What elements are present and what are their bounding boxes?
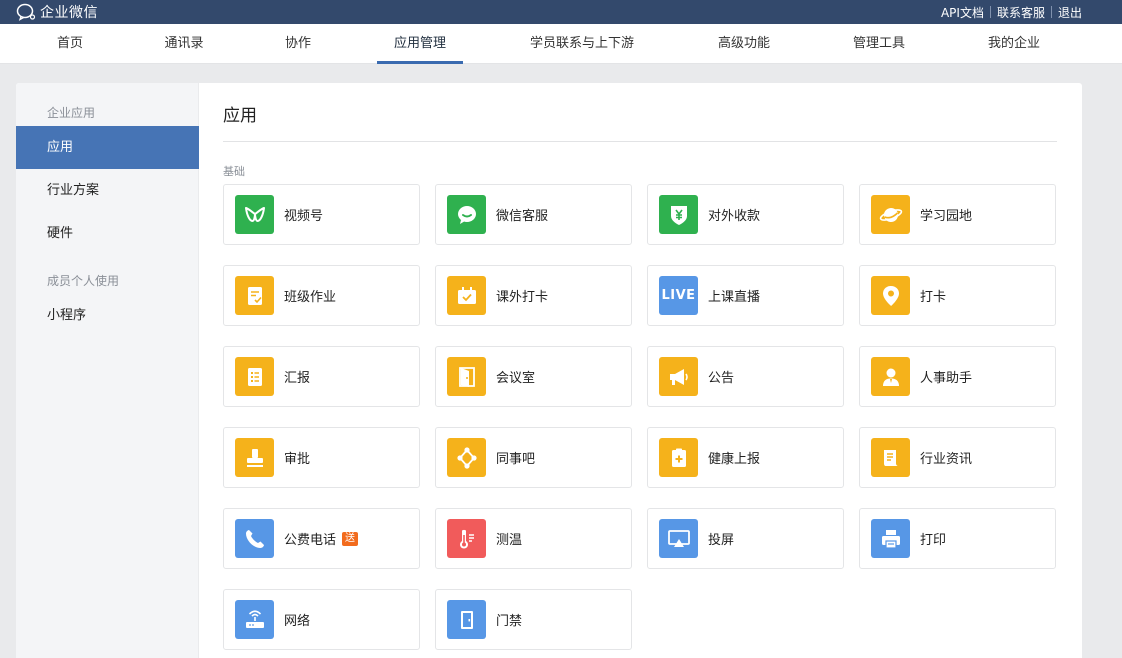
network-icon [235,600,274,639]
app-tile-label: 上课直播 [708,290,761,305]
app-tile[interactable]: 微信客服 [435,184,632,245]
app-tile[interactable]: 打印 [859,508,1056,569]
nav-app-management[interactable]: 应用管理 [394,24,446,64]
app-tile[interactable]: 行业资讯 [859,427,1056,488]
app-tile[interactable]: 公费电话送 [223,508,420,569]
app-tile-label: 课外打卡 [496,290,549,305]
live-label: LIVE [661,288,696,303]
main-panel: 企业应用 应用 行业方案 硬件 成员个人使用 小程序 应用 基础 视频号 微信客服… [16,83,1082,658]
homework-icon [235,276,274,315]
access-door-icon [447,600,486,639]
screen-cast-icon [659,519,698,558]
app-tile-label: 视频号 [284,209,324,224]
app-tile[interactable]: 对外收款 [647,184,844,245]
app-tile[interactable]: 健康上报 [647,427,844,488]
app-tile-label: 测温 [496,533,523,548]
app-tile-label: 门禁 [496,614,523,629]
app-tile[interactable]: 审批 [223,427,420,488]
thermometer-icon [447,519,486,558]
sidebar: 企业应用 应用 行业方案 硬件 成员个人使用 小程序 [16,83,199,658]
app-tile[interactable]: 班级作业 [223,265,420,326]
app-tile[interactable]: 人事助手 [859,346,1056,407]
api-docs-link[interactable]: API文档 [941,4,984,21]
app-tile-label: 人事助手 [920,371,973,386]
report-icon [235,357,274,396]
nav-collaboration[interactable]: 协作 [285,24,311,64]
location-pin-icon [871,276,910,315]
app-tile-label: 公告 [708,371,735,386]
wecom-logo-icon [16,3,36,21]
main-nav: 首页 通讯录 协作 应用管理 学员联系与上下游 高级功能 管理工具 我的企业 [0,24,1122,64]
page-title: 应用 [223,106,257,126]
stamp-icon [235,438,274,477]
sidebar-item-apps[interactable]: 应用 [16,126,199,169]
app-tile-label: 班级作业 [284,290,337,305]
app-tile[interactable]: 汇报 [223,346,420,407]
app-tile[interactable]: 同事吧 [435,427,632,488]
nav-student-contacts[interactable]: 学员联系与上下游 [530,24,634,64]
live-icon: LIVE [659,276,698,315]
app-tile-label: 对外收款 [708,209,761,224]
nav-advanced[interactable]: 高级功能 [718,24,770,64]
app-tile-label: 打印 [920,533,947,548]
payment-icon [659,195,698,234]
sidebar-group-enterprise-apps: 企业应用 [47,106,96,120]
top-bar: 企业微信 API文档 联系客服 退出 [0,0,1122,24]
app-tile[interactable]: 测温 [435,508,632,569]
app-tile-label: 学习园地 [920,209,973,224]
printer-icon [871,519,910,558]
meeting-room-icon [447,357,486,396]
divider [223,141,1057,142]
planet-icon [871,195,910,234]
app-tile-label: 同事吧 [496,452,536,467]
channels-icon [235,195,274,234]
nav-contacts[interactable]: 通讯录 [164,24,203,64]
app-tile-label: 网络 [284,614,311,629]
divider [1050,6,1052,18]
app-tile-label: 打卡 [920,290,947,305]
app-tile[interactable]: 会议室 [435,346,632,407]
top-links: API文档 联系客服 退出 [941,0,1082,24]
app-tile[interactable]: 门禁 [435,589,632,650]
health-report-icon [659,438,698,477]
app-tile[interactable]: 网络 [223,589,420,650]
section-label: 基础 [223,165,245,178]
nav-active-indicator [377,61,463,64]
brand-name: 企业微信 [40,5,98,21]
app-tile[interactable]: 投屏 [647,508,844,569]
logout-link[interactable]: 退出 [1058,4,1082,21]
nav-my-company[interactable]: 我的企业 [988,24,1040,64]
app-tile-label: 投屏 [708,533,735,548]
app-tile[interactable]: 公告 [647,346,844,407]
app-tile[interactable]: 学习园地 [859,184,1056,245]
wechat-service-icon [447,195,486,234]
news-icon [871,438,910,477]
nav-admin-tools[interactable]: 管理工具 [853,24,905,64]
app-tile[interactable]: 课外打卡 [435,265,632,326]
divider [989,6,991,18]
sidebar-group-personal-use: 成员个人使用 [47,274,120,288]
app-tile[interactable]: 视频号 [223,184,420,245]
megaphone-icon [659,357,698,396]
sidebar-item-mini-programs[interactable]: 小程序 [16,294,199,337]
app-tile-label: 会议室 [496,371,536,386]
sidebar-item-hardware[interactable]: 硬件 [16,212,199,255]
gift-badge: 送 [342,531,359,546]
brand[interactable]: 企业微信 [16,0,98,24]
nav-home[interactable]: 首页 [57,24,83,64]
app-tile[interactable]: LIVE 上课直播 [647,265,844,326]
app-tile-label: 公费电话 [284,533,337,548]
app-tile[interactable]: 打卡 [859,265,1056,326]
app-tile-label: 健康上报 [708,452,761,467]
colleague-network-icon [447,438,486,477]
app-tile-label: 审批 [284,452,311,467]
app-tile-label: 微信客服 [496,209,549,224]
hr-assistant-icon [871,357,910,396]
phone-icon [235,519,274,558]
app-tile-label: 行业资讯 [920,452,973,467]
sidebar-item-industry-solutions[interactable]: 行业方案 [16,169,199,212]
contact-support-link[interactable]: 联系客服 [997,4,1045,21]
app-tile-label: 汇报 [284,371,311,386]
extracurricular-checkin-icon [447,276,486,315]
